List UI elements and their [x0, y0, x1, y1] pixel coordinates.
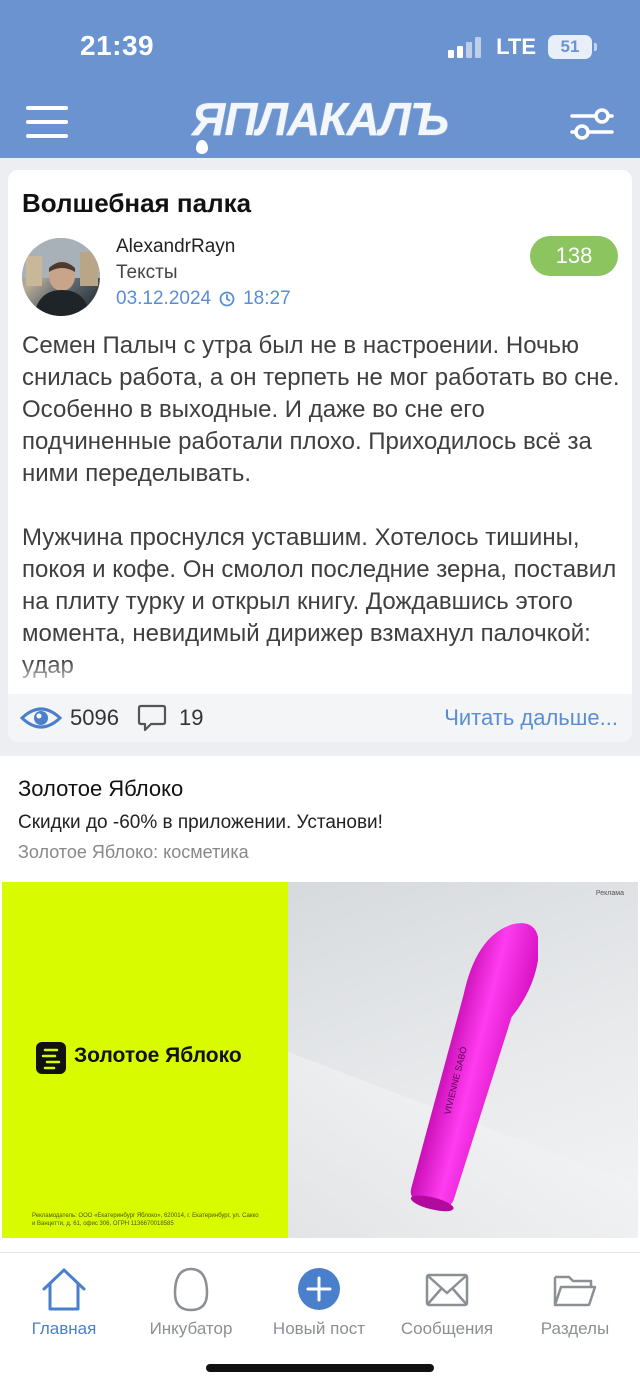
comments-count[interactable]: 19	[179, 705, 203, 731]
text-fade	[8, 660, 632, 690]
time-text: 18:27	[243, 288, 291, 309]
ad-source: Золотое Яблоко: косметика	[18, 842, 249, 862]
tab-sections[interactable]: Разделы	[511, 1265, 639, 1339]
rating-badge[interactable]: 138	[530, 236, 618, 276]
read-more-link[interactable]: Читать дальше...	[444, 705, 618, 731]
avatar[interactable]	[22, 238, 100, 316]
post-paragraph: Мужчина проснулся уставшим. Хотелось тиш…	[22, 524, 617, 679]
egg-icon	[173, 1267, 209, 1312]
post-paragraph: Семен Палыч с утра был не в настроении. …	[22, 332, 620, 487]
ad-title[interactable]: Золотое Яблоко	[18, 776, 183, 802]
tab-messages[interactable]: Сообщения	[383, 1265, 511, 1339]
folder-icon	[553, 1275, 597, 1307]
post-date: 03.12.2024 18:27	[116, 288, 291, 310]
status-indicators: LTE 51	[448, 34, 597, 60]
ad-subtitle[interactable]: Скидки до -60% в приложении. Установи!	[18, 812, 383, 834]
ad-block[interactable]: Золотое Яблоко Скидки до -60% в приложен…	[0, 756, 640, 1252]
post-category[interactable]: Тексты	[116, 262, 178, 284]
home-icon	[42, 1268, 86, 1311]
filter-settings-icon[interactable]	[570, 106, 614, 142]
hamburger-menu-icon[interactable]	[26, 106, 68, 138]
ad-banner-left: Золотое Яблоко Рекламодатель: ООО «Екате…	[2, 882, 288, 1238]
brand-logo-icon	[36, 1042, 66, 1074]
tab-label: Разделы	[540, 1319, 610, 1338]
tab-new-post[interactable]: Новый пост	[255, 1265, 383, 1339]
tab-label: Инкубатор	[149, 1319, 233, 1338]
tab-label: Сообщения	[400, 1319, 494, 1338]
header: 21:39 LTE 51 ЯПЛАКАЛЪ	[0, 0, 640, 158]
tab-home[interactable]: Главная	[0, 1265, 128, 1339]
ad-brand-logo: Золотое Яблоко	[74, 1044, 242, 1067]
post-body: Семен Палыч с утра был не в настроении. …	[22, 330, 622, 714]
home-indicator[interactable]	[206, 1364, 434, 1372]
ad-banner[interactable]: Золотое Яблоко Рекламодатель: ООО «Екате…	[2, 882, 638, 1238]
site-logo[interactable]: ЯПЛАКАЛЪ	[164, 94, 476, 144]
post-title[interactable]: Волшебная палка	[22, 188, 251, 219]
status-time: 21:39	[80, 30, 155, 61]
eye-icon	[20, 707, 62, 729]
battery-level: 51	[560, 37, 580, 56]
ad-fineprint: Рекламодатель: ООО «Екатеринбург Яблоко»…	[32, 1213, 259, 1227]
app-screen: 21:39 LTE 51 ЯПЛАКАЛЪ Волшебная палка Al…	[0, 0, 640, 1388]
tab-incubator[interactable]: Инкубатор	[127, 1265, 255, 1339]
post-card[interactable]: Волшебная палка AlexandrRayn Тексты 03.1…	[8, 170, 632, 742]
ad-label: Реклама	[595, 890, 624, 897]
date-text: 03.12.2024	[116, 288, 212, 309]
comment-icon[interactable]	[137, 703, 167, 733]
ad-banner-right: Реклама VIVIENNE SABÓ	[288, 882, 638, 1238]
plus-circle-icon	[298, 1268, 340, 1310]
product-image: VIVIENNE SABÓ	[410, 923, 538, 1212]
signal-icon	[448, 36, 484, 58]
logo-drop-icon	[196, 140, 208, 154]
tab-label: Главная	[31, 1319, 97, 1338]
post-footer: 5096 19 Читать дальше...	[8, 694, 632, 742]
tab-label: Новый пост	[272, 1319, 366, 1338]
envelope-icon	[425, 1273, 469, 1307]
clock-icon	[219, 291, 235, 307]
author-name[interactable]: AlexandrRayn	[116, 236, 235, 258]
battery-icon: 51	[548, 35, 597, 59]
views-count: 5096	[70, 705, 119, 730]
network-type: LTE	[496, 34, 536, 59]
